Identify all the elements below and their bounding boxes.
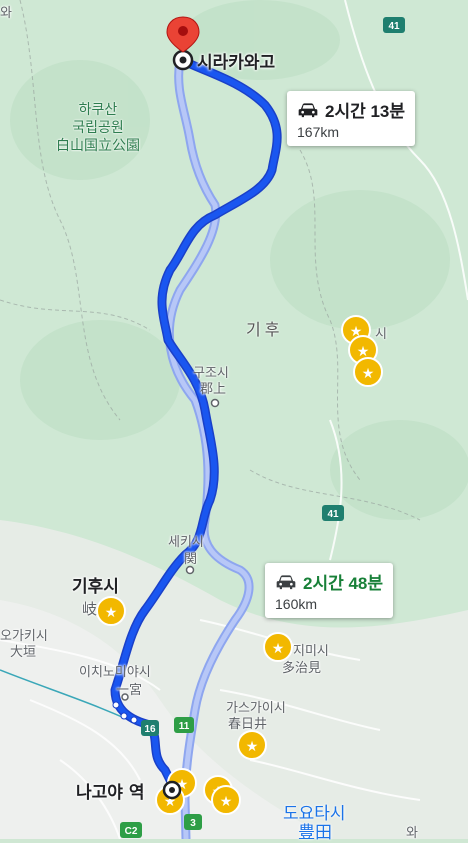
origin-marker [162, 780, 182, 800]
svg-text:★: ★ [362, 366, 375, 382]
route-card-selected[interactable]: 2시간 13분 167km [287, 91, 416, 146]
town-tajimi-ja: 多治見 [282, 661, 322, 676]
star-poi: ★ [96, 596, 126, 626]
route-shield-41-north: 41 [383, 17, 405, 33]
star-poi: ★ [237, 730, 267, 760]
car-icon [298, 102, 318, 117]
city-gifu-ja: 岐 [82, 600, 98, 618]
route-distance: 160km [275, 596, 318, 612]
star-poi: ★ [211, 785, 241, 815]
svg-text:C2: C2 [125, 826, 138, 837]
svg-text:★: ★ [220, 794, 233, 810]
route-time: 2시간 13분 [325, 102, 406, 121]
region-label: 기후 [246, 320, 284, 339]
car-icon [276, 574, 296, 589]
route-shield-16: 16 [141, 720, 159, 736]
town-gujo-ja: 郡上 [200, 382, 227, 397]
svg-text:3: 3 [190, 818, 196, 829]
town-ogaki-ja: 大垣 [10, 645, 37, 660]
svg-text:★: ★ [105, 605, 118, 621]
town-corner-partial: 와 [0, 6, 12, 21]
svg-text:★: ★ [272, 641, 285, 657]
destination-marker [172, 49, 194, 71]
svg-text:★: ★ [246, 739, 259, 755]
svg-text:11: 11 [179, 721, 190, 732]
destination-label[interactable]: 시라카와고 [197, 48, 275, 73]
star-poi: ★ [353, 357, 383, 387]
route-card-alternate[interactable]: 2시간 48분 160km [265, 563, 394, 618]
route-distance: 167km [297, 124, 340, 140]
svg-text:16: 16 [144, 724, 156, 735]
town-ichinomiya: 이치노미야시 [79, 665, 151, 680]
route-shield-C2: C2 [120, 822, 142, 838]
park-label: 하쿠산 국립공원 白山国立公園 [56, 101, 140, 155]
route-shield-41-south: 41 [322, 505, 344, 521]
city-gifu[interactable]: 기후시 [72, 572, 119, 597]
svg-text:41: 41 [327, 509, 339, 520]
route-shield-11: 11 [174, 717, 194, 733]
town-ichinomiya-ja: 一宮 [116, 683, 143, 698]
park-name-ko-1: 하쿠산 [78, 102, 118, 118]
town-ena-partial: 시 [375, 327, 387, 342]
town-seki-ja: 関 [184, 552, 198, 567]
route-time: 2시간 48분 [303, 574, 384, 593]
town-bottom-partial: 와 [406, 826, 418, 841]
route-shield-3: 3 [184, 814, 202, 830]
town-kasugai-ja: 春日井 [228, 717, 268, 732]
park-name-ja: 白山国立公園 [56, 138, 140, 154]
svg-text:41: 41 [388, 21, 400, 32]
city-toyota-ja: 豊田 [298, 823, 332, 843]
park-name-ko-2: 국립공원 [72, 120, 124, 136]
origin-label[interactable]: 나고야 역 [76, 778, 144, 803]
